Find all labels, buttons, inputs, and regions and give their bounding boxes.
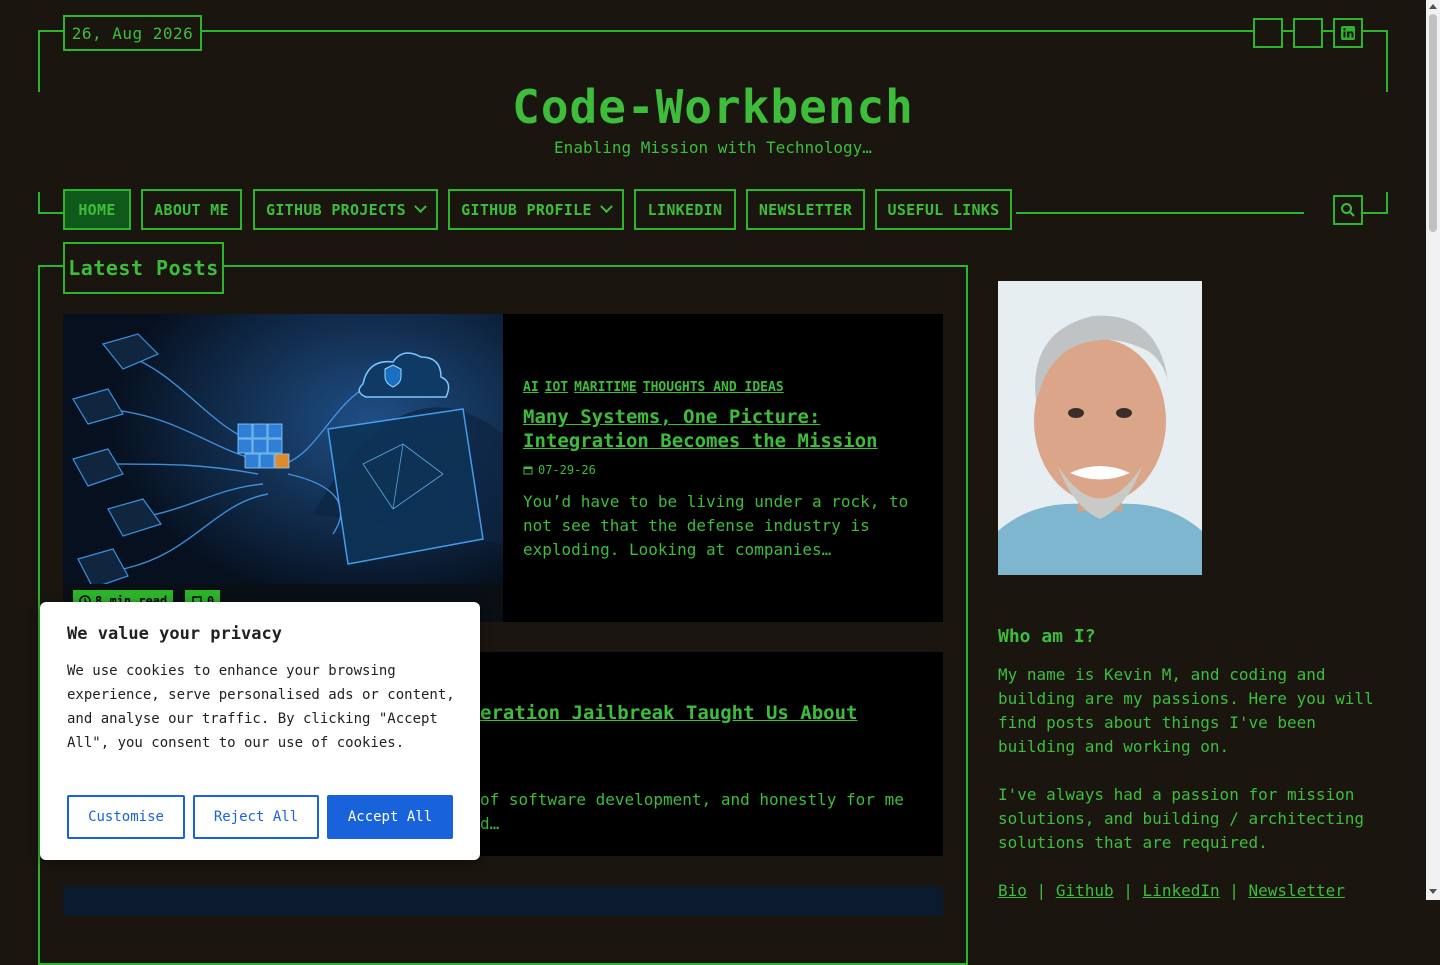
accept-all-button[interactable]: Accept All (327, 795, 453, 839)
nav-label: GITHUB PROJECTS (266, 200, 406, 219)
scroll-up-arrow-icon[interactable] (1428, 2, 1438, 10)
bio-link[interactable]: Bio (998, 881, 1027, 900)
linkedin-link[interactable] (1333, 18, 1363, 48)
post-title-link[interactable]: Many Systems, One Picture: Integration B… (523, 405, 923, 453)
network-illustration (63, 314, 503, 622)
post-excerpt: You’d have to be living under a rock, to… (523, 492, 909, 559)
nav-label: ABOUT ME (154, 200, 229, 219)
chevron-down-icon (599, 200, 613, 214)
post-thumbnail[interactable] (63, 314, 503, 622)
social-link-2[interactable] (1293, 18, 1323, 48)
search-button[interactable] (1333, 195, 1363, 225)
newsletter-link[interactable]: Newsletter (1249, 881, 1345, 900)
who-am-i-heading: Who am I? (998, 626, 1096, 647)
nav-item-linkedin[interactable]: LINKEDIN (634, 189, 736, 230)
customise-button[interactable]: Customise (67, 795, 185, 839)
nav-label: NEWSLETTER (758, 200, 853, 219)
reject-all-button[interactable]: Reject All (193, 795, 319, 839)
linkedin-icon (1341, 26, 1355, 40)
post-excerpt-line: of software development, and honestly fo… (480, 790, 904, 809)
nav-item-github-profile[interactable]: GITHUB PROFILE (448, 189, 624, 230)
site-title[interactable]: Code-Workbench (0, 80, 1426, 134)
category-link[interactable]: AI (523, 380, 539, 395)
calendar-icon (523, 466, 533, 475)
post-categories: AI IOT MARITIME THOUGHTS AND IDEAS (523, 380, 790, 395)
bio-paragraph: My name is Kevin M, and coding and build… (998, 665, 1374, 756)
link-separator: | (1036, 881, 1047, 900)
link-separator: | (1229, 881, 1239, 900)
section-title: Latest Posts (63, 242, 224, 294)
profile-links: Bio | Github | LinkedIn | Newsletter (998, 879, 1418, 903)
nav-item-newsletter[interactable]: NEWSLETTER (746, 189, 865, 230)
avatar (998, 281, 1202, 575)
category-link[interactable]: THOUGHTS AND IDEAS (643, 380, 784, 395)
cookie-consent-banner: We value your privacy We use cookies to … (40, 602, 480, 860)
nav-label: LINKEDIN (647, 200, 723, 219)
cookie-title: We value your privacy (67, 624, 282, 644)
scroll-down-arrow-icon[interactable] (1428, 888, 1438, 896)
profile-photo (998, 281, 1202, 575)
chevron-down-icon (414, 200, 427, 214)
category-link[interactable]: MARITIME (574, 380, 637, 395)
post-title-link[interactable]: eration Jailbreak Taught Us About (480, 701, 858, 725)
post-card (63, 886, 943, 916)
nav-item-useful-links[interactable]: USEFUL LINKS (875, 189, 1012, 230)
link-separator: | (1123, 881, 1133, 900)
cookie-body: We use cookies to enhance your browsing … (67, 663, 455, 751)
nav-item-home[interactable]: HOME (63, 189, 131, 230)
post-excerpt-line: d… (480, 814, 500, 833)
nav-item-github-projects[interactable]: GITHUB PROJECTS (253, 189, 438, 230)
search-icon (1341, 203, 1355, 217)
site-tagline: Enabling Mission with Technology… (554, 138, 872, 157)
social-link-1[interactable] (1253, 18, 1283, 48)
nav-label: USEFUL LINKS (887, 200, 1000, 219)
category-link[interactable]: IOT (545, 380, 568, 395)
nav-item-about-me[interactable]: ABOUT ME (141, 189, 242, 230)
nav-label: GITHUB PROFILE (461, 200, 592, 219)
linkedin-text-link[interactable]: LinkedIn (1143, 881, 1220, 900)
scrollbar-thumb[interactable] (1429, 14, 1437, 232)
nav-label: HOME (78, 200, 116, 219)
bio-paragraph: I've always had a passion for mission so… (998, 785, 1365, 852)
post-date-text: 07-29-26 (538, 463, 596, 477)
post-date: 07-29-26 (523, 463, 596, 477)
date-display: 26, Aug 2026 (63, 15, 202, 51)
github-link[interactable]: Github (1056, 881, 1114, 900)
